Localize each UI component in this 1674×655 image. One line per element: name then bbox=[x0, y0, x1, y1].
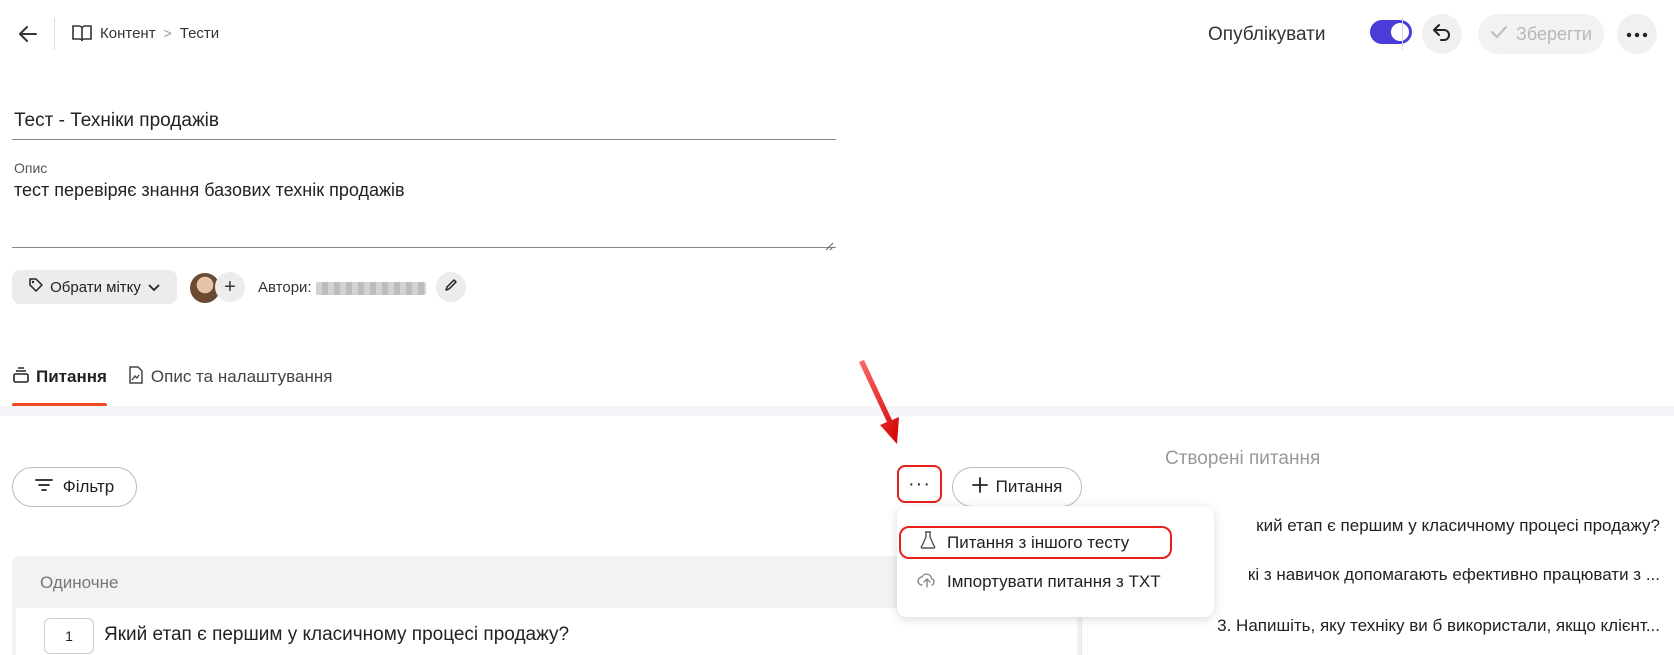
book-icon bbox=[72, 24, 92, 42]
tab-questions[interactable]: Питання bbox=[12, 362, 107, 392]
filter-label: Фільтр bbox=[62, 477, 115, 496]
menu-item-question-from-test[interactable]: Питання з іншого тесту bbox=[899, 526, 1172, 559]
edit-authors-button[interactable] bbox=[436, 272, 466, 302]
resize-handle-icon[interactable] bbox=[824, 235, 834, 251]
questions-more-button[interactable]: ··· bbox=[897, 465, 942, 503]
question-group-title: Одиночне bbox=[40, 573, 119, 592]
breadcrumb-content[interactable]: Контент bbox=[100, 25, 156, 42]
chevron-down-icon bbox=[147, 279, 161, 296]
top-bar: Контент > Тести Опублікувати Зберегти bbox=[0, 0, 1674, 70]
choose-tag-button[interactable]: Обрати мітку bbox=[12, 270, 177, 304]
tab-questions-label: Питання bbox=[36, 367, 107, 386]
created-question-item[interactable]: 3. Напишіть, яку техніку ви б використал… bbox=[1100, 616, 1660, 636]
divider bbox=[1402, 18, 1403, 50]
tag-icon bbox=[28, 277, 44, 297]
pencil-icon bbox=[444, 278, 458, 297]
save-button[interactable]: Зберегти bbox=[1478, 14, 1604, 54]
more-dropdown-menu: Питання з іншого тесту Імпортувати питан… bbox=[897, 506, 1214, 617]
toggle-knob bbox=[1391, 23, 1409, 41]
menu-item-import-txt[interactable]: Імпортувати питання з TXT bbox=[897, 564, 1214, 600]
created-questions-title: Створені питання bbox=[1165, 448, 1321, 469]
authors-label: Автори: bbox=[258, 279, 312, 296]
more-options-button[interactable] bbox=[1617, 14, 1657, 54]
question-number-input[interactable]: 1 bbox=[44, 618, 94, 654]
undo-button[interactable] bbox=[1422, 14, 1462, 54]
choose-tag-label: Обрати мітку bbox=[50, 278, 141, 296]
stack-icon bbox=[12, 366, 30, 389]
cloud-upload-icon bbox=[917, 572, 937, 593]
breadcrumb: Контент > Тести bbox=[72, 24, 219, 42]
document-image-icon bbox=[127, 365, 145, 389]
description-textarea[interactable]: тест перевіряє знання базових технік про… bbox=[12, 180, 836, 251]
chevron-right-icon: > bbox=[163, 25, 172, 41]
question-text[interactable]: Який етап є першим у класичному процесі … bbox=[104, 624, 569, 646]
tab-description-settings[interactable]: Опис та налаштування bbox=[127, 362, 333, 392]
add-question-label: Питання bbox=[995, 477, 1063, 496]
filter-button[interactable]: Фільтр bbox=[12, 467, 137, 507]
tab-description-label: Опис та налаштування bbox=[150, 367, 333, 386]
add-question-button[interactable]: Питання bbox=[952, 467, 1082, 507]
more-horizontal-icon bbox=[1626, 25, 1648, 43]
description-label: Опис bbox=[14, 160, 48, 176]
undo-icon bbox=[1431, 21, 1453, 48]
publish-label: Опублікувати bbox=[1208, 24, 1326, 45]
back-arrow-icon[interactable] bbox=[16, 22, 40, 46]
tab-bar: Питання Опис та налаштування bbox=[12, 362, 332, 392]
publish-toggle[interactable] bbox=[1370, 20, 1412, 44]
description-value: тест перевіряє знання базових технік про… bbox=[14, 180, 405, 200]
authors-name-blurred bbox=[316, 282, 426, 295]
annotation-arrow-icon bbox=[859, 360, 899, 444]
menu-item-label: Імпортувати питання з TXT bbox=[947, 572, 1161, 591]
menu-item-label: Питання з іншого тесту bbox=[947, 532, 1130, 552]
plus-icon bbox=[971, 476, 988, 498]
breadcrumb-tests[interactable]: Тести bbox=[180, 25, 219, 42]
save-label: Зберегти bbox=[1516, 23, 1592, 44]
test-title-input[interactable]: Тест - Техніки продажів bbox=[12, 100, 836, 140]
section-divider bbox=[0, 406, 1674, 416]
filter-icon bbox=[34, 477, 53, 497]
add-author-button[interactable]: + bbox=[215, 272, 245, 302]
check-icon bbox=[1490, 23, 1508, 46]
flask-icon bbox=[919, 531, 937, 554]
divider bbox=[54, 18, 55, 50]
